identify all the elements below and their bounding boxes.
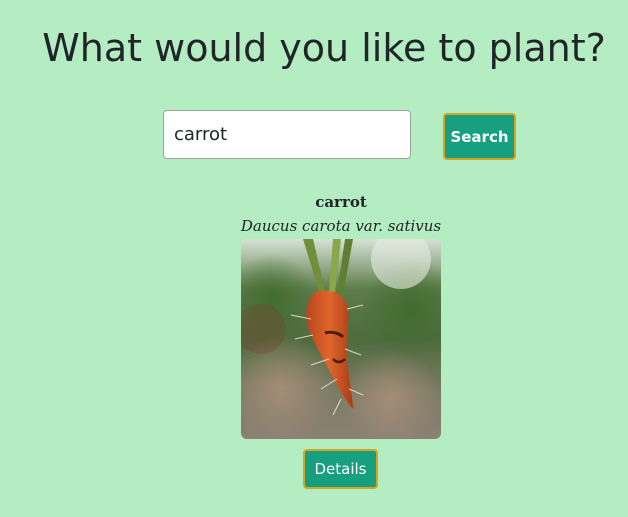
plant-result-card: carrot Daucus carota var. sativus [241,190,441,439]
search-button[interactable]: Search [443,113,516,160]
search-input[interactable] [163,110,411,159]
plant-scientific-name: Daucus carota var. sativus [240,217,442,235]
plant-image [241,239,441,439]
details-button[interactable]: Details [303,449,378,489]
page-title: What would you like to plant? [42,26,606,70]
plant-common-name: carrot [315,193,367,211]
